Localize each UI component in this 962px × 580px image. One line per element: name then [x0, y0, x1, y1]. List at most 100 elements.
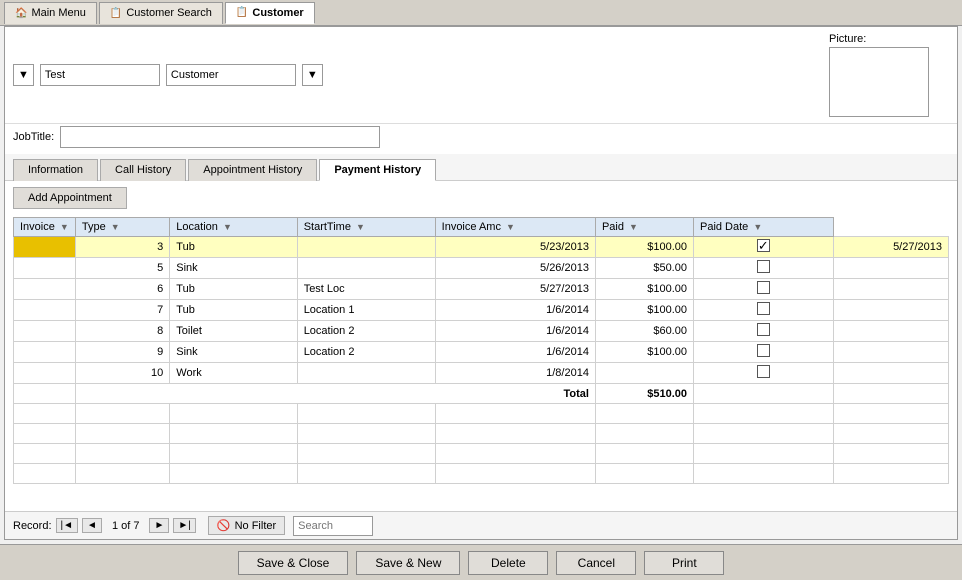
tab-customer[interactable]: 📋 Customer [225, 2, 315, 24]
paid-checkbox[interactable] [757, 302, 770, 315]
nav-current: 1 of 7 [112, 520, 140, 532]
picture-label: Picture: [829, 33, 866, 45]
print-button[interactable]: Print [644, 551, 724, 575]
cell-type: Sink [170, 342, 297, 363]
cell-paid[interactable] [693, 342, 833, 363]
row-selector [14, 342, 76, 363]
tab-payment-history[interactable]: Payment History [319, 159, 436, 181]
picture-box [829, 47, 929, 117]
cell-starttime: 5/27/2013 [435, 279, 595, 300]
first-name-input[interactable] [40, 64, 160, 86]
nav-next-button[interactable]: ► [149, 518, 169, 533]
cell-starttime: 5/26/2013 [435, 258, 595, 279]
delete-button[interactable]: Delete [468, 551, 548, 575]
table-row[interactable]: 5Sink 5/26/2013$50.00 [14, 258, 949, 279]
cell-paid[interactable] [693, 258, 833, 279]
jobtitle-row: JobTitle: [5, 124, 957, 154]
customer-icon: 📋 [236, 7, 248, 18]
paid-checkbox[interactable] [757, 260, 770, 273]
tab-bar: 🏠 Main Menu 📋 Customer Search 📋 Customer [0, 0, 962, 26]
save-close-button[interactable]: Save & Close [238, 551, 349, 575]
cell-paid-date [833, 363, 948, 384]
total-label: Total [75, 384, 595, 404]
row-selector [14, 237, 76, 258]
tab-main-menu[interactable]: 🏠 Main Menu [4, 2, 97, 24]
empty-row [14, 464, 949, 484]
no-filter-button[interactable]: 🚫 No Filter [208, 516, 285, 535]
cell-invoice: 6 [75, 279, 169, 300]
row-selector [14, 363, 76, 384]
cancel-button[interactable]: Cancel [556, 551, 636, 575]
empty-row [14, 424, 949, 444]
record-nav: Record: |◄ ◄ 1 of 7 ► ►| 🚫 No Filter [5, 511, 957, 539]
search-input[interactable] [293, 516, 373, 536]
paid-checkbox[interactable] [757, 239, 770, 252]
nav-last-button[interactable]: ►| [173, 518, 196, 533]
col-header-type[interactable]: Type ▼ [75, 218, 169, 237]
cell-paid-date [833, 279, 948, 300]
table-row[interactable]: 8ToiletLocation 21/6/2014$60.00 [14, 321, 949, 342]
tab-call-history[interactable]: Call History [100, 159, 186, 181]
cell-invoice: 5 [75, 258, 169, 279]
paid-checkbox[interactable] [757, 281, 770, 294]
cell-starttime: 1/6/2014 [435, 342, 595, 363]
nav-first-button[interactable]: |◄ [56, 518, 79, 533]
customer-search-icon: 📋 [110, 8, 122, 19]
tab-customer-search[interactable]: 📋 Customer Search [99, 2, 223, 24]
col-header-location[interactable]: Location ▼ [170, 218, 297, 237]
filter-icon: 🚫 [217, 519, 231, 532]
nav-prev-button[interactable]: ◄ [82, 518, 102, 533]
col-header-paid[interactable]: Paid ▼ [595, 218, 693, 237]
cell-paid-date [833, 300, 948, 321]
table-row[interactable]: 6TubTest Loc5/27/2013$100.00 [14, 279, 949, 300]
cell-paid[interactable] [693, 321, 833, 342]
add-appointment-button[interactable]: Add Appointment [13, 187, 127, 209]
table-row[interactable]: 10Work1/8/2014 [14, 363, 949, 384]
col-header-invoice[interactable]: Invoice ▼ [14, 218, 76, 237]
tab-information[interactable]: Information [13, 159, 98, 181]
cell-invoice: 8 [75, 321, 169, 342]
jobtitle-input[interactable] [60, 126, 380, 148]
table-row[interactable]: 3Tub5/23/2013$100.005/27/2013 [14, 237, 949, 258]
table-row[interactable]: 7TubLocation 11/6/2014$100.00 [14, 300, 949, 321]
section-tabs: Information Call History Appointment His… [5, 154, 957, 181]
prefix-dropdown[interactable]: ▼ [13, 64, 34, 86]
cell-invoice: 3 [75, 237, 169, 258]
paid-checkbox[interactable] [757, 323, 770, 336]
cell-invoice: 10 [75, 363, 169, 384]
jobtitle-label: JobTitle: [13, 131, 54, 143]
paid-checkbox[interactable] [757, 344, 770, 357]
cell-paid[interactable] [693, 279, 833, 300]
paid-checkbox[interactable] [757, 365, 770, 378]
cell-invoice-amt: $50.00 [595, 258, 693, 279]
cell-location [297, 363, 435, 384]
save-new-button[interactable]: Save & New [356, 551, 460, 575]
total-amount: $510.00 [595, 384, 693, 404]
row-selector [14, 321, 76, 342]
cell-invoice-amt [595, 363, 693, 384]
last-name-input[interactable] [166, 64, 296, 86]
cell-paid[interactable] [693, 300, 833, 321]
col-header-invoice-amt[interactable]: Invoice Amc ▼ [435, 218, 595, 237]
cell-invoice: 7 [75, 300, 169, 321]
picture-panel: Picture: [829, 33, 929, 117]
tab-appointment-history[interactable]: Appointment History [188, 159, 317, 181]
cell-invoice: 9 [75, 342, 169, 363]
cell-type: Sink [170, 258, 297, 279]
cell-type: Tub [170, 237, 297, 258]
main-menu-icon: 🏠 [15, 8, 27, 19]
cell-paid-date [833, 321, 948, 342]
cell-starttime: 1/8/2014 [435, 363, 595, 384]
table-row[interactable]: 9SinkLocation 21/6/2014$100.00 [14, 342, 949, 363]
table-container: Invoice ▼ Type ▼ Location ▼ StartTime ▼ … [13, 217, 949, 505]
col-header-starttime[interactable]: StartTime ▼ [297, 218, 435, 237]
cell-paid[interactable] [693, 237, 833, 258]
suffix-dropdown[interactable]: ▼ [302, 64, 323, 86]
cell-invoice-amt: $100.00 [595, 300, 693, 321]
cell-paid[interactable] [693, 363, 833, 384]
main-content: ▼ ▼ Picture: JobTitle: Information Call … [4, 26, 958, 540]
content-panel: Add Appointment Invoice ▼ Type ▼ Locatio… [5, 181, 957, 511]
record-label: Record: [13, 520, 52, 532]
customer-header: ▼ ▼ Picture: [5, 27, 957, 124]
col-header-paid-date[interactable]: Paid Date ▼ [693, 218, 833, 237]
